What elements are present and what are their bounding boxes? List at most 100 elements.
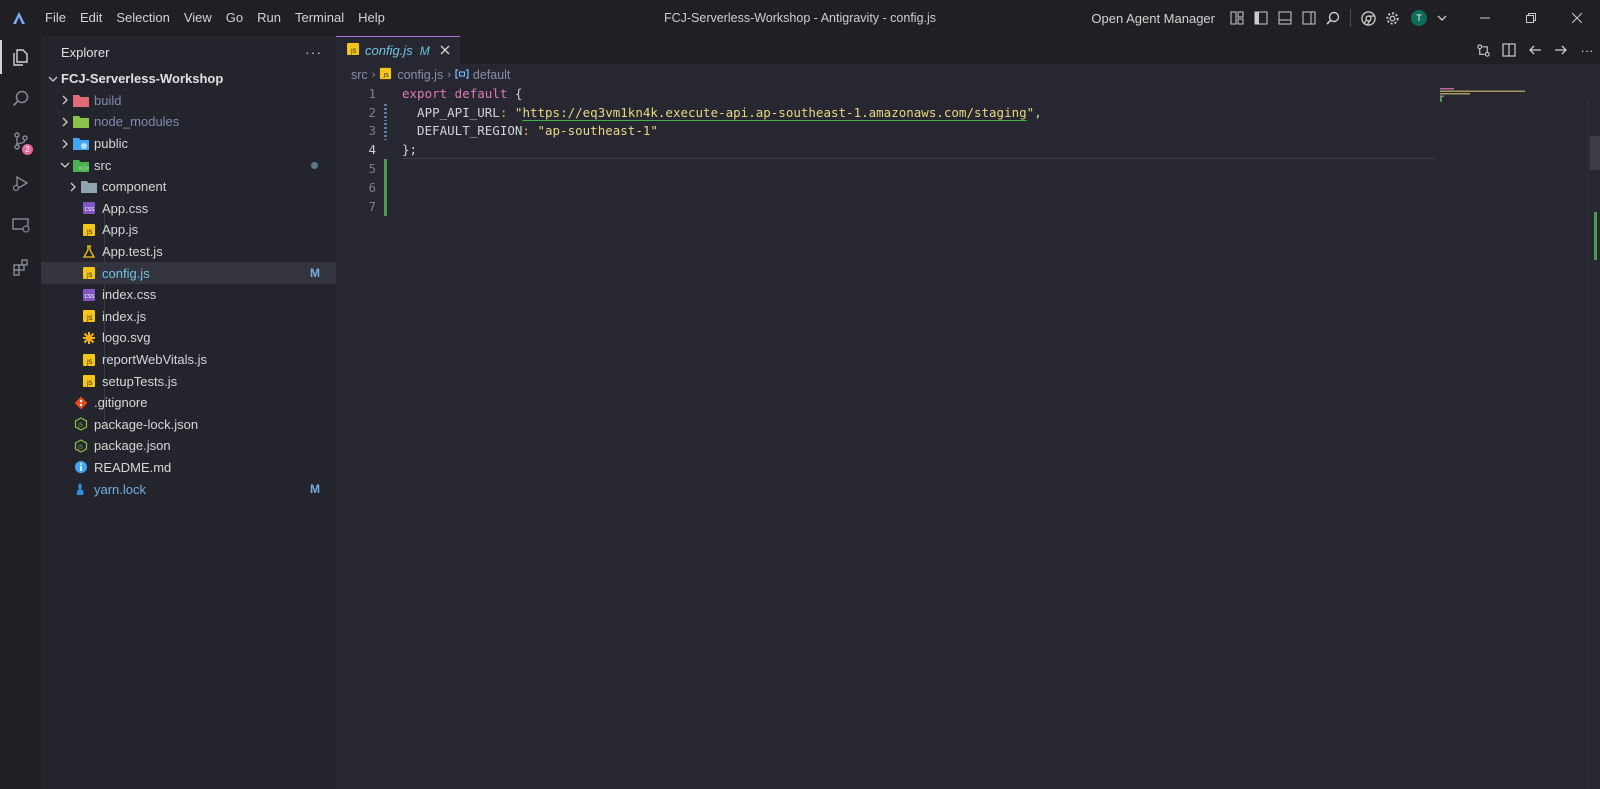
workspace-root-label: FCJ-Serverless-Workshop — [61, 71, 224, 87]
breadcrumb-config-js[interactable]: config.js — [397, 68, 443, 82]
menu-terminal[interactable]: Terminal — [288, 0, 351, 36]
tree-item-config-js[interactable]: JS config.js M — [41, 262, 336, 284]
tree-item-app-test-js[interactable]: App.test.js — [41, 241, 336, 263]
folder-icon — [81, 179, 97, 195]
gutter — [376, 84, 402, 103]
tree-root[interactable]: FCJ-Serverless-Workshop — [41, 68, 336, 90]
vertical-scrollbar[interactable] — [1588, 100, 1600, 789]
info-icon — [73, 459, 89, 475]
code-line-7: 7 — [336, 196, 1600, 216]
source-control-badge: 2 — [22, 144, 33, 155]
remote-explorer-icon[interactable] — [0, 204, 41, 246]
tree-item-yarn-lock[interactable]: yarn.lock M — [41, 478, 336, 500]
tree-item-build[interactable]: build — [41, 90, 336, 112]
code-line-5: 5 — [336, 159, 1600, 178]
js-file-icon: JS — [81, 308, 97, 324]
code-line-4: 4 }; — [336, 140, 1600, 159]
customize-layout-icon[interactable] — [1225, 6, 1249, 30]
folder-public-icon — [73, 136, 89, 152]
toggle-panel-icon[interactable] — [1273, 6, 1297, 30]
tree-item-label: src — [94, 157, 112, 173]
arrow-right-icon[interactable] — [1548, 36, 1574, 64]
toggle-secondary-sidebar-icon[interactable] — [1297, 6, 1321, 30]
menu-file[interactable]: File — [38, 0, 73, 36]
svg-text:CSS: CSS — [85, 294, 95, 300]
tree-item-label: node_modules — [94, 114, 180, 130]
close-tab-icon[interactable] — [440, 44, 450, 58]
menu-view[interactable]: View — [177, 0, 219, 36]
property-key: DEFAULT_REGION — [402, 123, 523, 139]
tree-item-logo-svg[interactable]: logo.svg — [41, 327, 336, 349]
line-number: 7 — [368, 198, 376, 214]
tree-item-label: App.js — [102, 222, 139, 238]
scrollbar-thumb[interactable] — [1590, 136, 1600, 170]
tree-item-label: build — [94, 92, 122, 108]
tree-item-app-css[interactable]: CSS App.css — [41, 198, 336, 220]
tree-item-index-js[interactable]: JS index.js — [41, 306, 336, 328]
tree-item-report-web-vitals[interactable]: JS reportWebVitals.js — [41, 349, 336, 371]
folder-build-icon — [73, 92, 89, 108]
explorer-icon[interactable] — [0, 36, 41, 78]
js-file-icon: JS — [81, 265, 97, 281]
editor-area: JS config.js M ··· src › JS config.js › … — [336, 36, 1600, 789]
tree-item-src[interactable]: </> src — [41, 154, 336, 176]
gutter-added — [376, 177, 402, 197]
tree-item-package-lock[interactable]: JS package-lock.json — [41, 414, 336, 436]
open-changes-icon[interactable] — [1470, 36, 1496, 64]
settings-gear-icon[interactable] — [1380, 6, 1404, 30]
breadcrumb-src[interactable]: src — [351, 68, 368, 82]
tree-item-gitignore[interactable]: .gitignore — [41, 392, 336, 414]
menu-help[interactable]: Help — [351, 0, 392, 36]
property-key: APP_API_URL — [402, 104, 500, 120]
toggle-primary-sidebar-icon[interactable] — [1249, 6, 1273, 30]
split-editor-icon[interactable] — [1496, 36, 1522, 64]
line-number: 5 — [368, 161, 376, 177]
tree-item-component[interactable]: component — [41, 176, 336, 198]
tab-config-js[interactable]: JS config.js M — [336, 36, 460, 64]
tree-item-public[interactable]: public — [41, 133, 336, 155]
tree-item-readme[interactable]: README.md — [41, 457, 336, 479]
more-actions-icon[interactable]: ··· — [305, 44, 322, 60]
code-line-3: 3 DEFAULT_REGION: "ap-southeast-1" — [336, 122, 1600, 141]
svg-text:JS: JS — [383, 73, 390, 79]
menu-selection[interactable]: Selection — [109, 0, 176, 36]
line-number: 4 — [368, 142, 376, 158]
source-control-icon[interactable]: 2 — [0, 120, 41, 162]
menu-go[interactable]: Go — [219, 0, 250, 36]
tree-item-label: .gitignore — [94, 395, 148, 411]
breadcrumb: src › JS config.js › default — [336, 64, 1600, 86]
svg-text:JS: JS — [86, 359, 93, 366]
restore-icon[interactable] — [1508, 0, 1554, 36]
tree-item-package-json[interactable]: JS package.json — [41, 435, 336, 457]
menu-edit[interactable]: Edit — [73, 0, 109, 36]
chevron-down-icon[interactable] — [1434, 6, 1450, 30]
js-file-icon: JS — [346, 42, 360, 59]
account-avatar[interactable]: T — [1404, 6, 1434, 30]
breadcrumb-default[interactable]: default — [473, 68, 511, 82]
modified-badge: M — [310, 266, 320, 281]
menu-run[interactable]: Run — [250, 0, 288, 36]
open-agent-manager-button[interactable]: Open Agent Manager — [1091, 11, 1215, 26]
minimize-icon[interactable] — [1462, 0, 1508, 36]
more-actions-icon[interactable]: ··· — [1574, 36, 1600, 64]
search-icon[interactable] — [0, 78, 41, 120]
tree-item-setup-tests[interactable]: JS setupTests.js — [41, 370, 336, 392]
search-icon[interactable] — [1321, 6, 1345, 30]
svg-text:</>: </> — [78, 165, 89, 172]
code-editor[interactable]: 1 export default { 2 APP_API_URL: "https… — [336, 84, 1600, 216]
tree-item-index-css[interactable]: CSS index.css — [41, 284, 336, 306]
tab-modified-badge: M — [419, 43, 430, 58]
tree-item-node-modules[interactable]: node_modules — [41, 111, 336, 133]
tree-item-app-js[interactable]: JS App.js — [41, 219, 336, 241]
arrow-left-icon[interactable] — [1522, 36, 1548, 64]
run-debug-icon[interactable] — [0, 162, 41, 204]
chevron-right-icon — [65, 182, 81, 192]
close-icon[interactable] — [1554, 0, 1600, 36]
js-file-icon: JS — [81, 352, 97, 368]
extensions-icon[interactable] — [0, 246, 41, 288]
minimap[interactable] — [1440, 88, 1530, 108]
svg-text:JS: JS — [86, 315, 93, 322]
api-url-string[interactable]: https://eq3vm1kn4k.execute-api.ap-southe… — [522, 105, 1026, 120]
region-string: "ap-southeast-1" — [537, 123, 658, 139]
browser-icon[interactable] — [1356, 6, 1380, 30]
